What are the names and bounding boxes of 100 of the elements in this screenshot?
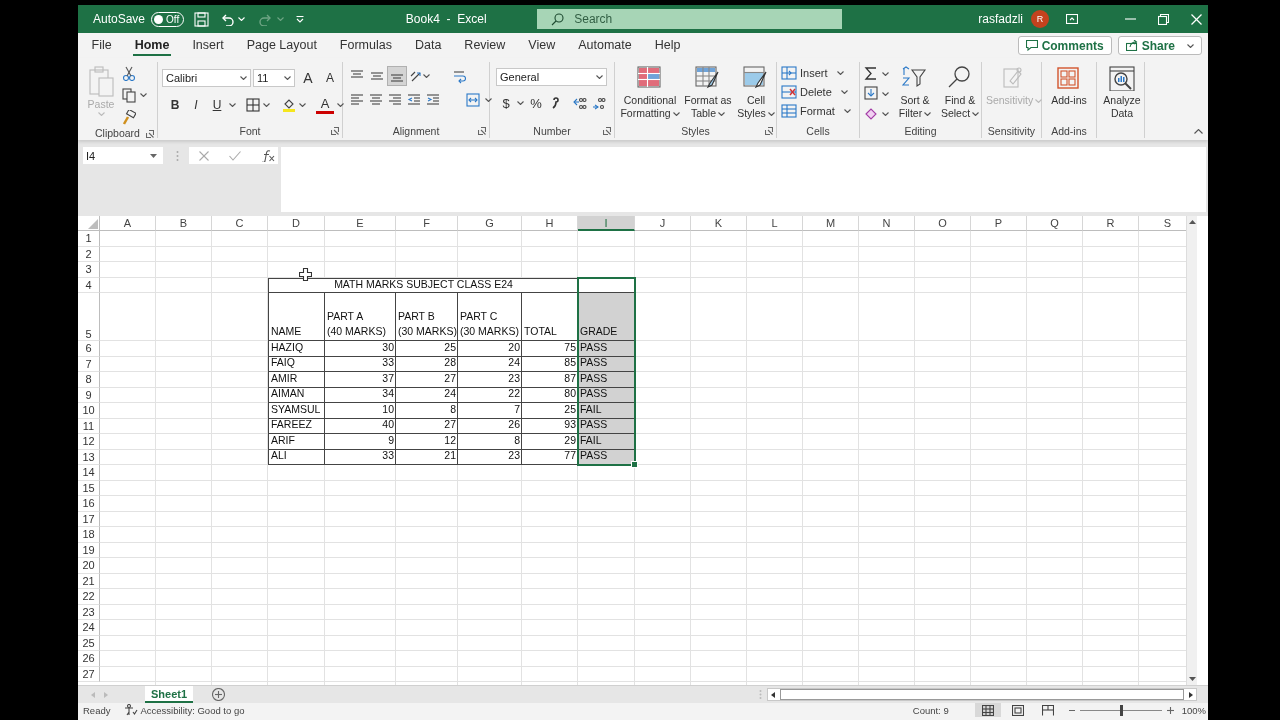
column-heading[interactable]: B (156, 216, 212, 231)
column-heading[interactable]: M (803, 216, 859, 231)
insert-cells-button[interactable]: Insert (781, 64, 851, 82)
caret-icon[interactable] (140, 93, 147, 97)
sheet-tab[interactable]: Sheet1 (145, 686, 194, 703)
menu-tab[interactable]: Home (123, 35, 181, 56)
ribbon-display-icon[interactable] (1066, 14, 1078, 24)
customize-icon[interactable] (296, 15, 305, 23)
column-heading[interactable]: K (691, 216, 747, 231)
cell-button[interactable]: Cell Styles (736, 62, 776, 124)
column-heading[interactable]: E (325, 216, 396, 231)
accessibility-icon[interactable] (124, 704, 139, 716)
column-heading[interactable]: I (578, 216, 635, 231)
menu-tab[interactable]: Formulas (328, 35, 404, 56)
caret-icon[interactable] (882, 111, 889, 116)
column-heading[interactable]: C (212, 216, 268, 231)
wrap-text-icon[interactable] (452, 68, 466, 84)
menu-tab[interactable]: Help (643, 35, 692, 56)
slider-thumb[interactable] (1119, 704, 1123, 716)
caret-icon[interactable] (840, 90, 848, 94)
column-heading[interactable]: L (747, 216, 803, 231)
menu-tab[interactable]: View (516, 35, 567, 56)
indent-icon[interactable] (426, 93, 440, 107)
add-ins-button[interactable]: Add-ins (1047, 62, 1091, 124)
orientation-icon[interactable] (410, 69, 423, 83)
column-heading[interactable]: P (971, 216, 1027, 231)
format-cells-button[interactable]: Format (781, 102, 851, 120)
dialog-launcher-icon[interactable] (331, 127, 339, 135)
delete-cells-button[interactable]: Delete (781, 83, 851, 101)
indent-icon[interactable] (407, 93, 421, 107)
fill-handle[interactable] (631, 461, 638, 468)
menu-tab[interactable]: Insert (180, 35, 236, 56)
caret-icon[interactable] (767, 112, 775, 117)
caret-icon[interactable] (596, 75, 603, 79)
scroll-right-icon[interactable] (1189, 691, 1193, 698)
checkmark-icon[interactable] (229, 150, 241, 161)
add-sheet-icon[interactable] (212, 688, 226, 701)
caret-icon[interactable] (672, 112, 680, 117)
column-heading[interactable]: J (635, 216, 691, 231)
scroll-thumb[interactable] (780, 689, 1184, 700)
caret-icon[interactable] (485, 98, 492, 102)
collapse-ribbon-icon[interactable] (1194, 129, 1203, 134)
decrease-decimal-icon[interactable] (592, 96, 606, 110)
function-icon[interactable] (261, 149, 275, 162)
close-icon[interactable] (1191, 13, 1202, 25)
format-painter-icon[interactable] (122, 109, 136, 125)
caret-icon[interactable] (517, 101, 524, 105)
undo-icon[interactable] (220, 12, 235, 26)
search-field[interactable]: Search (537, 9, 843, 29)
column-heading[interactable]: D (268, 216, 325, 231)
caret-icon[interactable] (882, 71, 889, 76)
scroll-down-icon[interactable] (1188, 677, 1196, 681)
percent-button[interactable]: % (529, 95, 543, 111)
number-format-field[interactable]: General (496, 68, 607, 86)
caret-icon[interactable] (299, 103, 306, 107)
menu-tab[interactable]: Automate (566, 35, 644, 56)
share-button[interactable]: Share (1117, 36, 1202, 55)
save-icon[interactable] (194, 11, 210, 27)
find-button[interactable]: Find & Select (938, 62, 982, 124)
comments-button[interactable]: Comments (1017, 36, 1112, 55)
caret-icon[interactable] (423, 74, 430, 78)
dialog-launcher-icon[interactable] (603, 127, 611, 135)
column-heading[interactable]: Q (1027, 216, 1083, 231)
underline-button[interactable]: U (208, 98, 226, 112)
caret-icon[interactable] (229, 103, 236, 107)
cut-icon[interactable] (122, 65, 136, 81)
shrink-font-button[interactable]: A (321, 71, 339, 85)
caret-icon[interactable] (718, 112, 726, 117)
column-heading[interactable]: H (522, 216, 578, 231)
dialog-launcher-icon[interactable] (478, 127, 486, 135)
horizontal-scrollbar[interactable] (767, 688, 1197, 701)
scroll-up-icon[interactable] (1188, 220, 1196, 224)
dialog-launcher-icon[interactable] (765, 127, 773, 135)
restore-icon[interactable] (1158, 13, 1169, 25)
autosum-icon[interactable] (864, 66, 878, 81)
font-size-field[interactable]: 11 (253, 69, 295, 87)
column-heading[interactable]: A (100, 216, 156, 231)
column-heading[interactable]: O (915, 216, 971, 231)
fill-down-icon[interactable] (864, 86, 878, 101)
lines-icon[interactable] (350, 93, 364, 107)
zoom-level[interactable]: 100% (1181, 704, 1206, 716)
analyze-button[interactable]: Analyze Data (1102, 62, 1142, 138)
increase-decimal-icon[interactable] (573, 96, 587, 110)
italic-button[interactable]: I (187, 98, 205, 112)
merge-icon[interactable] (466, 93, 480, 107)
caret-icon[interactable] (843, 109, 851, 113)
caret-icon[interactable] (924, 112, 932, 117)
caret-icon[interactable] (972, 112, 980, 117)
column-heading[interactable]: F (396, 216, 458, 231)
font-color-button[interactable]: A (316, 96, 334, 114)
zoom-in-icon[interactable] (1166, 706, 1174, 714)
menu-tab[interactable]: File (80, 35, 124, 56)
dialog-launcher-icon[interactable] (146, 130, 154, 138)
user-avatar[interactable]: R (1031, 10, 1049, 28)
fill-color-icon[interactable] (282, 97, 296, 113)
eraser-icon[interactable] (864, 106, 878, 121)
caret-icon[interactable] (836, 71, 844, 75)
column-heading[interactable]: N (859, 216, 915, 231)
scroll-left-icon[interactable] (771, 691, 775, 698)
format-button[interactable]: Format as Table (682, 62, 734, 124)
